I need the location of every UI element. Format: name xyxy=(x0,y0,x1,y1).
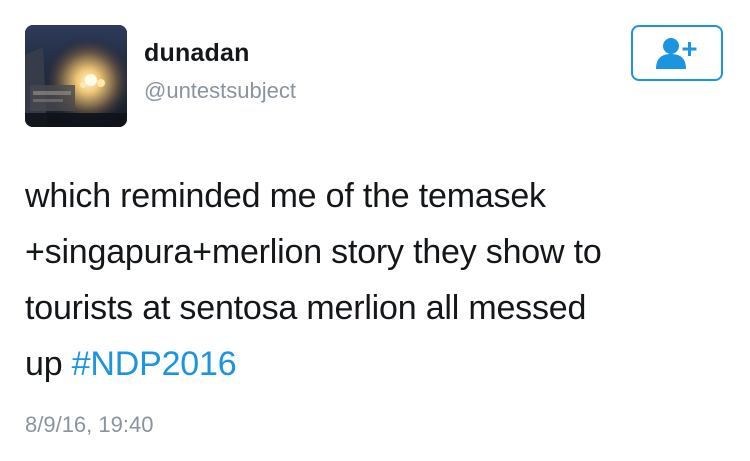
tweet-text: which reminded me of the temasek +singap… xyxy=(25,168,725,392)
follow-user-icon xyxy=(656,38,697,69)
tweet-text-line: tourists at sentosa merlion all messed xyxy=(25,289,587,327)
user-handle[interactable]: @untestsubject xyxy=(144,78,296,104)
tweet-text-line: which reminded me of the temasek xyxy=(25,177,546,215)
hashtag-link[interactable]: #NDP2016 xyxy=(72,345,237,383)
avatar-image xyxy=(25,25,127,127)
avatar[interactable] xyxy=(25,25,127,127)
tweet-timestamp[interactable]: 8/9/16, 19:40 xyxy=(25,412,153,438)
tweet-text-line-last: up #NDP2016 xyxy=(25,336,725,392)
follow-button[interactable] xyxy=(631,25,723,81)
tweet-text-fragment: up xyxy=(25,345,72,383)
tweet-text-line: +singapura+merlion story they show to xyxy=(25,233,602,271)
tweet-card: dunadan @untestsubject which reminded me… xyxy=(0,0,750,461)
display-name[interactable]: dunadan xyxy=(144,39,250,68)
